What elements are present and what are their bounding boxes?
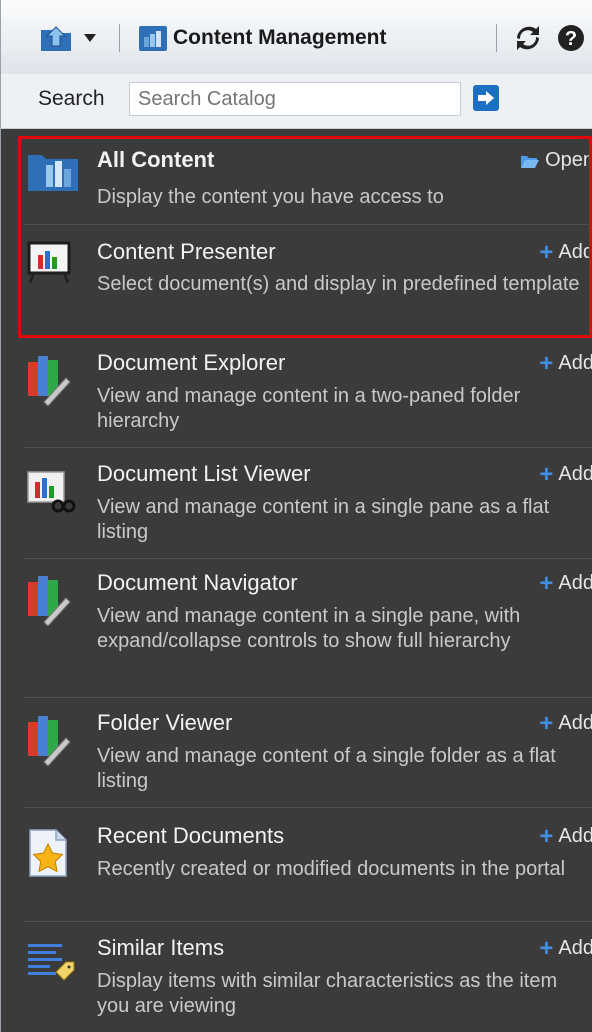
list-item[interactable]: Document Explorer View and manage conten… xyxy=(0,340,592,447)
divider xyxy=(24,337,592,338)
divider xyxy=(24,697,592,698)
books-tools-icon xyxy=(26,572,72,631)
add-action-label: Add xyxy=(558,352,592,374)
item-description: Display items with similar characteristi… xyxy=(97,970,558,1017)
open-action-label: Open xyxy=(545,149,592,171)
item-description: View and manage content in a single pane… xyxy=(97,605,521,652)
divider xyxy=(24,558,592,559)
search-go-button[interactable] xyxy=(473,85,499,111)
add-action[interactable]: + Add xyxy=(539,349,592,377)
item-description: View and manage content in a two-paned f… xyxy=(97,385,521,432)
list-item[interactable]: Similar Items Display items with similar… xyxy=(0,922,592,1032)
open-folder-icon xyxy=(521,155,540,168)
add-action-label: Add xyxy=(558,241,592,263)
search-label: Search xyxy=(38,87,105,110)
add-action[interactable]: + Add xyxy=(539,934,592,962)
item-description: View and manage content of a single fold… xyxy=(97,745,556,792)
plus-icon: + xyxy=(539,460,554,488)
list-item[interactable]: Recent Documents Recently created or mod… xyxy=(0,810,592,920)
list-item[interactable]: Document Navigator View and manage conte… xyxy=(0,560,592,696)
home-folder-icon[interactable] xyxy=(39,18,73,58)
add-action[interactable]: + Add xyxy=(539,822,592,850)
toolbar-separator xyxy=(496,24,497,52)
add-action[interactable]: + Add xyxy=(539,238,592,266)
item-title: Similar Items xyxy=(97,935,225,960)
plus-icon: + xyxy=(539,709,554,737)
help-icon[interactable]: ? xyxy=(557,18,585,58)
arrow-right-icon xyxy=(478,91,494,105)
similar-items-icon xyxy=(26,938,76,993)
list-item[interactable]: Document List Viewer View and manage con… xyxy=(0,448,592,558)
item-title: Document List Viewer xyxy=(97,461,311,486)
plus-icon: + xyxy=(539,349,554,377)
toolbar-title: Content Management xyxy=(173,26,387,49)
plus-icon: + xyxy=(539,569,554,597)
recent-star-icon xyxy=(26,828,70,883)
add-action-label: Add xyxy=(558,825,592,847)
add-action[interactable]: + Add xyxy=(539,569,592,597)
open-action[interactable]: Open xyxy=(520,149,592,172)
search-bar: Search xyxy=(0,74,592,129)
books-tools-icon xyxy=(26,352,72,411)
dropdown-arrow-icon[interactable] xyxy=(83,18,97,58)
divider xyxy=(24,807,592,808)
add-action[interactable]: + Add xyxy=(539,460,592,488)
list-viewer-icon xyxy=(26,468,76,519)
item-title: All Content xyxy=(97,147,215,172)
plus-icon: + xyxy=(539,238,554,266)
plus-icon: + xyxy=(539,934,554,962)
toolbar-separator xyxy=(119,24,120,52)
list-item[interactable]: Folder Viewer View and manage content of… xyxy=(0,700,592,807)
svg-text:?: ? xyxy=(565,28,577,50)
plus-icon: + xyxy=(539,822,554,850)
item-title: Content Presenter xyxy=(97,239,276,264)
add-action-label: Add xyxy=(558,463,592,485)
item-title: Recent Documents xyxy=(97,823,285,848)
item-description: Select document(s) and display in predef… xyxy=(97,273,580,295)
toolbar: Content Management ? xyxy=(0,0,592,74)
content-management-icon xyxy=(137,18,169,58)
all-content-icon xyxy=(26,147,80,198)
add-action-label: Add xyxy=(558,937,592,959)
item-description: Recently created or modified documents i… xyxy=(97,858,566,880)
add-action-label: Add xyxy=(558,572,592,594)
add-action[interactable]: + Add xyxy=(539,709,592,737)
search-input[interactable] xyxy=(129,82,461,116)
add-action-label: Add xyxy=(558,712,592,734)
refresh-icon[interactable] xyxy=(514,18,542,58)
list-item[interactable]: Content Presenter Select document(s) and… xyxy=(0,225,592,337)
item-description: Display the content you have access to xyxy=(97,186,444,208)
list-item[interactable]: All Content Display the content you have… xyxy=(0,137,592,224)
item-title: Document Navigator xyxy=(97,570,298,595)
content-management-panel: Content Management ? Search Search Catal… xyxy=(0,0,592,1032)
item-title: Folder Viewer xyxy=(97,710,233,735)
presenter-icon xyxy=(26,237,72,290)
item-title: Document Explorer xyxy=(97,350,286,375)
books-tools-icon xyxy=(26,712,72,771)
item-description: View and manage content in a single pane… xyxy=(97,496,550,543)
